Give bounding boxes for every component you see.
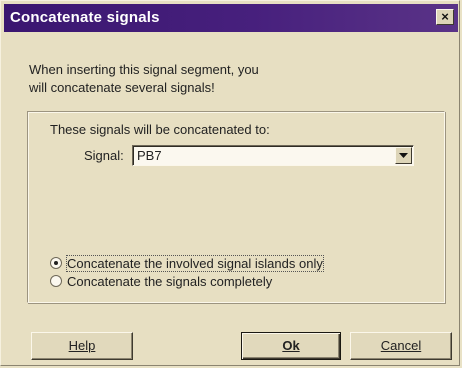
intro-message: When inserting this signal segment, you … — [29, 61, 359, 97]
ok-button-label: Ok — [282, 338, 300, 353]
radio-completely[interactable] — [50, 275, 62, 287]
option-completely-label: Concatenate the signals completely — [67, 274, 273, 289]
cancel-button-label: Cancel — [380, 338, 422, 353]
radio-islands-only[interactable] — [50, 257, 62, 269]
help-button[interactable]: Help — [31, 332, 133, 360]
help-button-label: Help — [68, 338, 96, 353]
close-icon: × — [441, 9, 449, 24]
window-title: Concatenate signals — [10, 9, 160, 26]
option-islands-only-label: Concatenate the involved signal islands … — [66, 255, 324, 272]
signal-select[interactable]: PB7 — [132, 145, 414, 166]
radio-selected-dot — [54, 261, 58, 265]
signal-label: Signal: — [84, 148, 124, 163]
concatenate-signals-dialog: Concatenate signals × When inserting thi… — [0, 0, 460, 366]
signal-select-value: PB7 — [137, 148, 162, 163]
cancel-button[interactable]: Cancel — [350, 332, 452, 360]
title-bar: Concatenate signals × — [4, 4, 458, 32]
group-title: These signals will be concatenated to: — [50, 122, 270, 137]
intro-line-1: When inserting this signal segment, you — [29, 62, 259, 77]
concatenation-group: These signals will be concatenated to: S… — [27, 111, 445, 303]
chevron-down-icon — [399, 153, 408, 158]
close-button[interactable]: × — [436, 9, 454, 25]
intro-line-2: will concatenate several signals! — [29, 80, 215, 95]
ok-button[interactable]: Ok — [241, 332, 341, 360]
signal-dropdown-button[interactable] — [395, 147, 412, 164]
